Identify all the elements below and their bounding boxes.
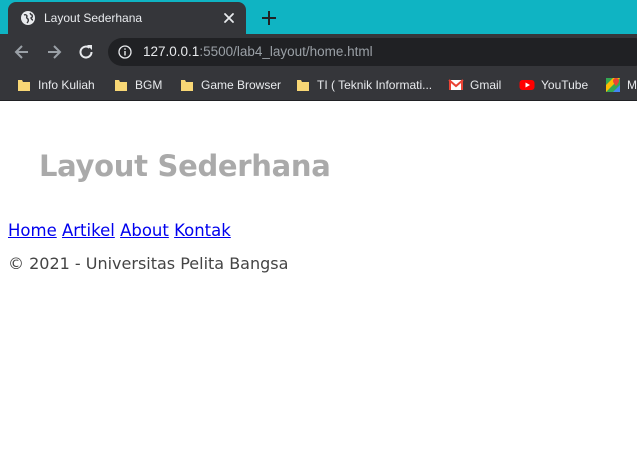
- url-path: :5500/lab4_layout/home.html: [199, 44, 373, 59]
- nav-link-artikel[interactable]: Artikel: [62, 221, 115, 240]
- folder-icon: [297, 80, 309, 91]
- close-icon[interactable]: [222, 11, 236, 25]
- gmail-icon: [448, 79, 464, 90]
- page-footer: © 2021 - Universitas Pelita Bangsa: [8, 254, 289, 273]
- folder-icon: [181, 80, 193, 91]
- nav-link-about[interactable]: About: [120, 221, 169, 240]
- bookmark-label: M: [627, 78, 637, 92]
- url-host: 127.0.0.1: [143, 44, 200, 59]
- globe-icon: [21, 11, 35, 25]
- nav-link-home[interactable]: Home: [8, 221, 57, 240]
- bookmark-label: YouTube: [541, 78, 589, 92]
- address-bar[interactable]: 127.0.0.1:5500/lab4_layout/home.html: [108, 38, 637, 66]
- youtube-icon: [519, 80, 535, 90]
- url-text: 127.0.0.1:5500/lab4_layout/home.html: [143, 44, 373, 60]
- page-title: Layout Sederhana: [39, 149, 331, 183]
- back-arrow-icon[interactable]: [12, 42, 32, 62]
- bookmark-label: BGM: [135, 78, 163, 92]
- nav-link-kontak[interactable]: Kontak: [174, 221, 231, 240]
- new-tab-icon[interactable]: [259, 8, 279, 28]
- main-nav: Home Artikel About Kontak: [8, 220, 231, 242]
- reload-icon[interactable]: [76, 42, 96, 62]
- bookmark-label: TI ( Teknik Informati...: [317, 78, 433, 92]
- maps-icon: [606, 78, 620, 92]
- folder-icon: [115, 80, 127, 91]
- web-page: Layout Sederhana Home Artikel About Kont…: [0, 102, 637, 454]
- info-icon[interactable]: [118, 45, 132, 59]
- active-tab[interactable]: Layout Sederhana: [8, 2, 246, 34]
- bookmark-label: Gmail: [470, 78, 502, 92]
- forward-arrow-icon[interactable]: [44, 42, 64, 62]
- folder-icon: [18, 80, 30, 91]
- tab-title: Layout Sederhana: [44, 11, 143, 25]
- bookmark-label: Game Browser: [201, 78, 282, 92]
- bookmarks-bar: Info Kuliah BGM Game Browser TI ( Teknik…: [0, 70, 637, 101]
- bookmark-label: Info Kuliah: [38, 78, 95, 92]
- browser-toolbar: 127.0.0.1:5500/lab4_layout/home.html: [0, 34, 637, 70]
- tab-strip: Layout Sederhana: [0, 0, 637, 34]
